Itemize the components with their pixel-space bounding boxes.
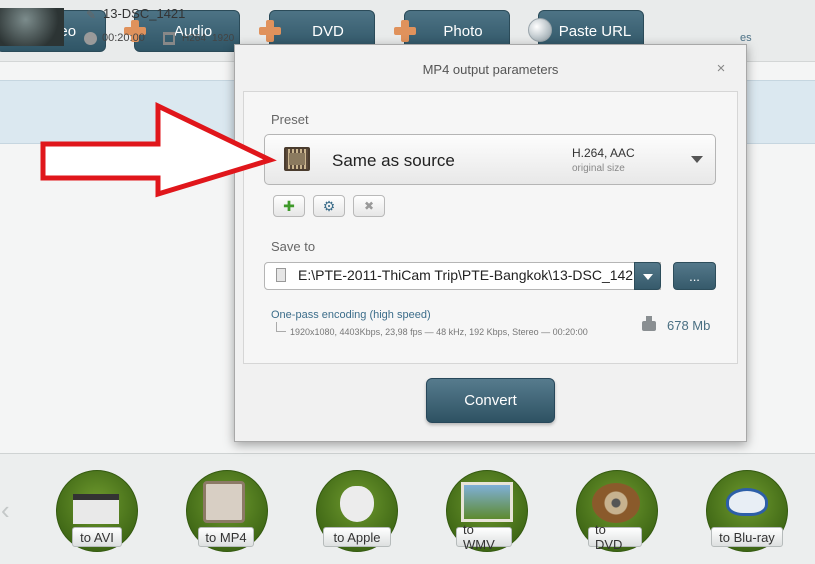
to-bluray-label[interactable]: to Blu-ray xyxy=(711,527,783,547)
output-size: 678 Mb xyxy=(667,318,711,333)
add-dvd-label: DVD xyxy=(312,22,344,40)
encoding-details: 1920x1080, 4403Kbps, 23,98 fps — 48 kHz,… xyxy=(290,327,588,337)
add-dvd-plus-icon xyxy=(259,20,281,42)
video-frame-icon xyxy=(461,482,513,522)
tree-connector xyxy=(276,322,286,332)
film-icon xyxy=(284,147,310,171)
bluray-logo-icon xyxy=(726,488,768,516)
dvd-disc-icon xyxy=(592,483,640,523)
file-size-icon xyxy=(642,316,658,332)
to-avi-label[interactable]: to AVI xyxy=(72,527,122,547)
save-path-text: E:\PTE-2011-ThiCam Trip\PTE-Bangkok\13-D… xyxy=(298,267,634,283)
video-thumbnail xyxy=(0,8,64,46)
dialog-settings-panel xyxy=(243,91,738,364)
preset-name: Same as source xyxy=(332,151,455,170)
apple-logo-icon xyxy=(340,486,374,522)
media-player-icon xyxy=(203,481,245,523)
document-icon xyxy=(276,268,286,282)
globe-icon xyxy=(528,18,552,42)
encoding-mode-link[interactable]: One-pass encoding (high speed) xyxy=(271,309,431,321)
file-name: 13-DSC_1421 xyxy=(103,6,186,21)
paste-url-label: Paste URL xyxy=(558,22,632,40)
preset-codec: H.264, AAC xyxy=(572,146,635,160)
file-row-right-text: es xyxy=(740,32,752,44)
annotation-arrow xyxy=(40,102,277,198)
gear-icon: ⚙ xyxy=(322,197,336,214)
to-mp4-label[interactable]: to MP4 xyxy=(198,527,254,547)
convert-button[interactable]: Convert xyxy=(426,378,555,423)
remove-preset-button[interactable]: ✖ xyxy=(353,195,385,217)
browse-button[interactable]: ... xyxy=(673,262,716,290)
plus-icon: ✚ xyxy=(283,197,295,214)
save-path-dropdown-button[interactable] xyxy=(634,262,661,290)
clock-icon xyxy=(84,32,97,45)
chevron-down-icon[interactable] xyxy=(691,156,703,163)
close-icon[interactable]: × xyxy=(712,60,730,78)
add-photo-label: Photo xyxy=(443,22,483,40)
add-photo-plus-icon xyxy=(394,20,416,42)
clapperboard-icon xyxy=(73,494,119,524)
file-codec: H264 xyxy=(182,33,206,44)
film-strip-icon xyxy=(163,32,175,45)
file-duration: 00:20:00 xyxy=(102,32,145,44)
annotation-arrow-shape xyxy=(40,102,277,198)
to-apple-label[interactable]: to Apple xyxy=(323,527,391,547)
remove-icon: ✖ xyxy=(363,199,375,213)
to-dvd-label[interactable]: to DVD xyxy=(588,522,642,552)
to-wmv-label[interactable]: to WMV xyxy=(456,522,512,552)
dialog-title: MP4 output parameters xyxy=(422,62,559,77)
file-resolution: 1920 xyxy=(212,33,235,44)
preset-size: original size xyxy=(572,163,625,174)
preset-settings-button[interactable]: ⚙ xyxy=(313,195,345,217)
scroll-left-arrow-icon[interactable]: ‹ xyxy=(1,495,10,526)
rename-pencil-icon[interactable]: ✎ xyxy=(86,8,98,22)
save-to-label: Save to xyxy=(271,239,316,254)
